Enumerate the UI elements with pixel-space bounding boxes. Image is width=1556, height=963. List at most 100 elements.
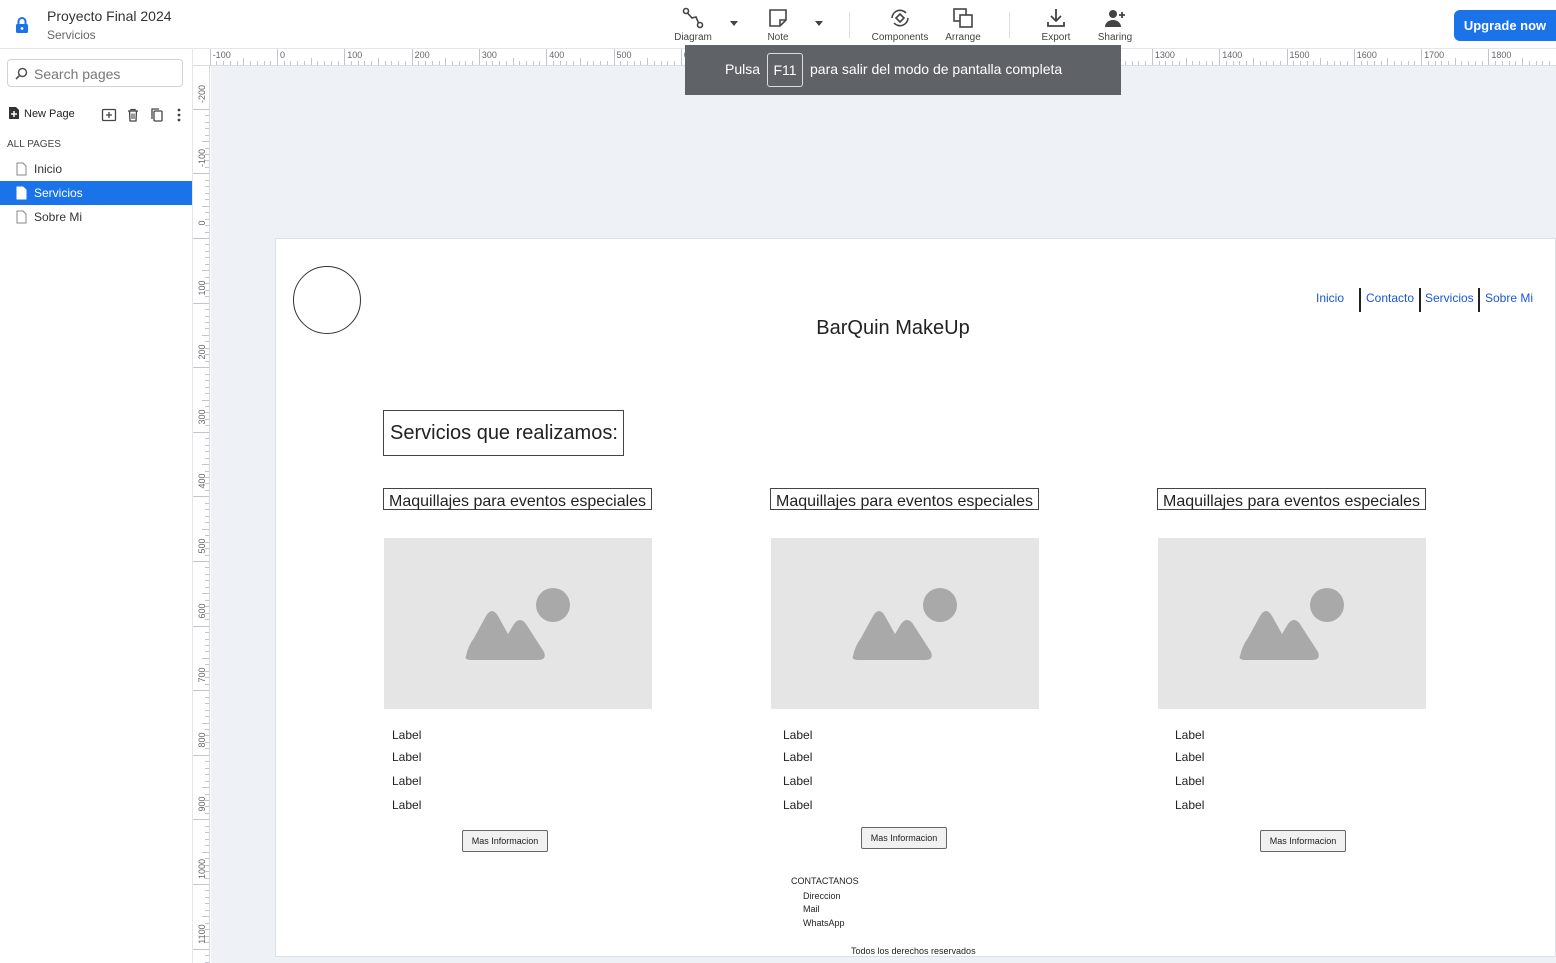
note-dropdown-icon[interactable] — [813, 18, 825, 28]
toolbar-divider — [849, 12, 850, 38]
ruler-minor-tick — [205, 321, 209, 323]
card-label: Label — [392, 798, 422, 812]
image-placeholder[interactable] — [384, 538, 652, 709]
ruler-minor-tick — [202, 141, 209, 143]
ruler-label: 600 — [197, 603, 207, 619]
ruler-label: 500 — [616, 50, 632, 60]
contact-heading[interactable]: CONTACTANOS — [791, 876, 859, 886]
card-title[interactable]: Maquillajes para eventos especiales — [1157, 488, 1426, 510]
ruler-tick — [193, 884, 209, 885]
ruler-minor-tick — [391, 61, 393, 65]
ruler-minor-tick — [431, 61, 433, 65]
card-title[interactable]: Maquillajes para eventos especiales — [770, 488, 1039, 510]
ruler-minor-tick — [1124, 61, 1126, 65]
ruler-tick — [1421, 49, 1423, 65]
ruler-label: 800 — [197, 732, 207, 748]
ruler-tick — [193, 238, 209, 239]
ruler-minor-tick — [205, 832, 209, 834]
ruler-label: 500 — [197, 538, 207, 554]
ruler-minor-tick — [256, 61, 258, 65]
arrange-tool-button[interactable]: Arrange — [928, 4, 998, 43]
ruler-tick — [209, 49, 211, 65]
ruler-minor-tick — [1239, 61, 1241, 65]
f11-key: F11 — [767, 53, 803, 87]
export-label: Export — [1041, 32, 1071, 43]
ruler-minor-tick — [1461, 61, 1463, 65]
upgrade-button[interactable]: Upgrade now — [1454, 10, 1556, 41]
services-heading[interactable]: Servicios que realizamos: — [383, 410, 624, 456]
new-page-button[interactable]: New Page — [8, 106, 75, 120]
diagram-tool-button[interactable]: Diagram — [658, 4, 728, 43]
nav-link-sobre-mi[interactable]: Sobre Mi — [1485, 291, 1533, 305]
contact-item[interactable]: WhatsApp — [803, 918, 845, 928]
components-tool-button[interactable]: Components — [865, 4, 935, 43]
card-label: Label — [1175, 798, 1205, 812]
toolbar-divider — [1009, 12, 1010, 38]
site-title[interactable]: BarQuin MakeUp — [780, 317, 1006, 340]
document-title[interactable]: Proyecto Final 2024 — [47, 8, 172, 24]
sidebar-item-label: Servicios — [34, 186, 83, 200]
diagram-dropdown-icon[interactable] — [728, 18, 740, 28]
ruler-label: -100 — [212, 50, 231, 60]
ruler-minor-tick — [205, 696, 209, 698]
ruler-minor-tick — [205, 309, 209, 311]
ruler-label: 100 — [197, 280, 207, 296]
nav-link-servicios[interactable]: Servicios — [1425, 291, 1474, 305]
add-folder-icon[interactable] — [101, 107, 117, 123]
ruler-minor-tick — [205, 509, 209, 511]
sharing-tool-button[interactable]: Sharing — [1080, 4, 1150, 43]
nav-link-contacto[interactable]: Contacto — [1366, 291, 1414, 305]
ruler-minor-tick — [243, 58, 245, 65]
ruler-minor-tick — [1508, 61, 1510, 65]
footer-text[interactable]: Todos los derechos reservados — [851, 946, 976, 956]
ruler-minor-tick — [205, 567, 209, 569]
card-title[interactable]: Maquillajes para eventos especiales — [383, 488, 652, 510]
more-info-button[interactable]: Mas Informacion — [1260, 830, 1346, 852]
trash-icon[interactable] — [125, 107, 141, 123]
ruler-minor-tick — [519, 61, 521, 65]
nav-link-inicio[interactable]: Inicio — [1316, 291, 1344, 305]
ruler-minor-tick — [202, 205, 209, 207]
image-placeholder[interactable] — [771, 538, 1039, 709]
more-info-button[interactable]: Mas Informacion — [462, 830, 548, 852]
ruler-minor-tick — [205, 522, 209, 524]
search-pages-input[interactable]: Search pages — [7, 59, 183, 87]
ruler-tick — [193, 367, 209, 369]
ruler-minor-tick — [633, 61, 635, 65]
ruler-minor-tick — [1454, 58, 1456, 65]
sidebar-item-inicio[interactable]: Inicio — [0, 157, 192, 181]
components-label: Components — [871, 32, 929, 43]
image-placeholder[interactable] — [1158, 538, 1426, 709]
ruler-minor-tick — [1212, 61, 1214, 65]
ruler-minor-tick — [398, 61, 400, 65]
more-options-icon[interactable] — [171, 107, 187, 123]
sidebar-item-sobre-mi[interactable]: Sobre Mi — [0, 205, 192, 229]
ruler-minor-tick — [1373, 61, 1375, 65]
ruler-minor-tick — [205, 380, 209, 382]
ruler-minor-tick — [205, 502, 209, 504]
ruler-minor-tick — [1158, 61, 1160, 65]
ruler-minor-tick — [465, 61, 467, 65]
ruler-minor-tick — [1266, 61, 1268, 65]
more-info-button[interactable]: Mas Informacion — [861, 827, 947, 849]
ruler-minor-tick — [404, 61, 406, 65]
ruler-minor-tick — [1441, 61, 1443, 65]
card-label: Label — [783, 774, 813, 788]
card-label: Label — [392, 750, 422, 764]
sidebar-item-servicios[interactable]: Servicios — [0, 181, 192, 205]
ruler-minor-tick — [660, 61, 662, 65]
ruler-minor-tick — [205, 186, 209, 188]
logo-circle[interactable] — [293, 266, 361, 334]
ruler-minor-tick — [1178, 61, 1180, 65]
ruler-label: 0 — [197, 220, 207, 226]
ruler-minor-tick — [205, 586, 209, 588]
ruler-minor-tick — [1515, 61, 1517, 65]
lock-icon[interactable] — [12, 15, 32, 35]
ruler-minor-tick — [205, 780, 209, 782]
note-tool-button[interactable]: Note — [743, 4, 813, 43]
ruler-minor-tick — [1313, 61, 1315, 65]
contact-item[interactable]: Mail — [803, 904, 820, 914]
contact-item[interactable]: Direccion — [803, 891, 841, 901]
pages-sidebar: Search pages New Page ALL PAGES Inicio S… — [0, 49, 193, 963]
duplicate-icon[interactable] — [149, 107, 165, 123]
